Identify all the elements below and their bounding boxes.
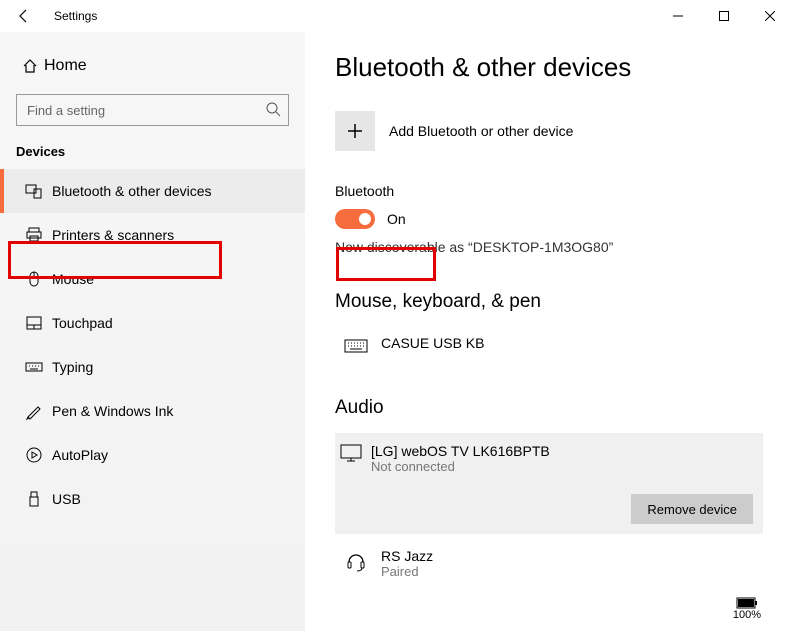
device-name: CASUE USB KB: [381, 335, 484, 351]
sidebar-item-bluetooth[interactable]: Bluetooth & other devices: [0, 169, 305, 213]
remove-device-button[interactable]: Remove device: [631, 494, 753, 524]
bluetooth-label: Bluetooth: [335, 183, 763, 199]
printer-icon: [20, 226, 48, 244]
sidebar-item-label: USB: [52, 491, 81, 507]
window-controls: [655, 0, 793, 32]
touchpad-icon: [20, 314, 48, 332]
device-name: RS Jazz: [381, 548, 433, 564]
sidebar-item-label: Printers & scanners: [52, 227, 174, 243]
autoplay-icon: [20, 446, 48, 464]
titlebar: Settings: [0, 0, 793, 32]
device-status: Paired: [381, 564, 433, 579]
sidebar-item-mouse[interactable]: Mouse: [0, 257, 305, 301]
device-name: [LG] webOS TV LK616BPTB: [371, 443, 550, 459]
toggle-knob: [359, 213, 371, 225]
search-wrap: [16, 94, 289, 126]
add-device-button[interactable]: Add Bluetooth or other device: [335, 111, 763, 151]
sidebar-item-touchpad[interactable]: Touchpad: [0, 301, 305, 345]
sidebar-item-label: AutoPlay: [52, 447, 108, 463]
maximize-button[interactable]: [701, 0, 747, 32]
usb-icon: [20, 490, 48, 508]
mouse-icon: [20, 270, 48, 288]
bluetooth-toggle[interactable]: [335, 209, 375, 229]
sidebar-item-printers[interactable]: Printers & scanners: [0, 213, 305, 257]
sidebar-item-label: Mouse: [52, 271, 94, 287]
device-status: Not connected: [371, 459, 550, 474]
headset-icon: [339, 548, 373, 572]
keyboard-icon: [20, 358, 48, 376]
window-title: Settings: [54, 9, 97, 23]
main-content: Bluetooth & other devices Add Bluetooth …: [305, 32, 793, 631]
pen-icon: [20, 402, 48, 420]
section-mouse-keyboard-pen: Mouse, keyboard, & pen: [335, 291, 763, 313]
device-tv-card[interactable]: [LG] webOS TV LK616BPTB Not connected Re…: [335, 433, 763, 534]
arrow-left-icon: [16, 8, 32, 24]
device-keyboard[interactable]: CASUE USB KB: [335, 327, 763, 363]
battery-percent: 100%: [733, 609, 761, 621]
discoverable-text: Now discoverable as “DESKTOP-1M3OG80”: [335, 239, 763, 255]
search-input[interactable]: [16, 94, 289, 126]
page-title: Bluetooth & other devices: [335, 52, 763, 83]
bluetooth-toggle-row: On: [335, 209, 763, 229]
monitor-icon: [339, 443, 363, 468]
sidebar-item-typing[interactable]: Typing: [0, 345, 305, 389]
toggle-state-label: On: [387, 211, 406, 227]
back-button[interactable]: [0, 0, 48, 32]
battery-indicator: 100%: [733, 597, 761, 621]
sidebar-item-label: Bluetooth & other devices: [52, 183, 212, 199]
home-icon: [16, 58, 44, 74]
close-button[interactable]: [747, 0, 793, 32]
section-audio: Audio: [335, 397, 763, 419]
home-link[interactable]: Home: [0, 48, 305, 84]
plus-icon: [335, 111, 375, 151]
add-device-label: Add Bluetooth or other device: [389, 123, 573, 139]
sidebar: Home Devices Bluetooth & other devices P…: [0, 32, 305, 631]
keyboard-icon: [339, 335, 373, 355]
sidebar-item-label: Pen & Windows Ink: [52, 403, 173, 419]
sidebar-item-usb[interactable]: USB: [0, 477, 305, 521]
sidebar-item-label: Typing: [52, 359, 93, 375]
device-headset[interactable]: RS Jazz Paired: [335, 540, 763, 587]
devices-icon: [20, 182, 48, 200]
battery-icon: [736, 597, 758, 609]
sidebar-item-label: Touchpad: [52, 315, 113, 331]
sidebar-section-title: Devices: [0, 144, 305, 169]
minimize-button[interactable]: [655, 0, 701, 32]
home-label: Home: [44, 57, 87, 75]
sidebar-item-autoplay[interactable]: AutoPlay: [0, 433, 305, 477]
sidebar-item-pen[interactable]: Pen & Windows Ink: [0, 389, 305, 433]
